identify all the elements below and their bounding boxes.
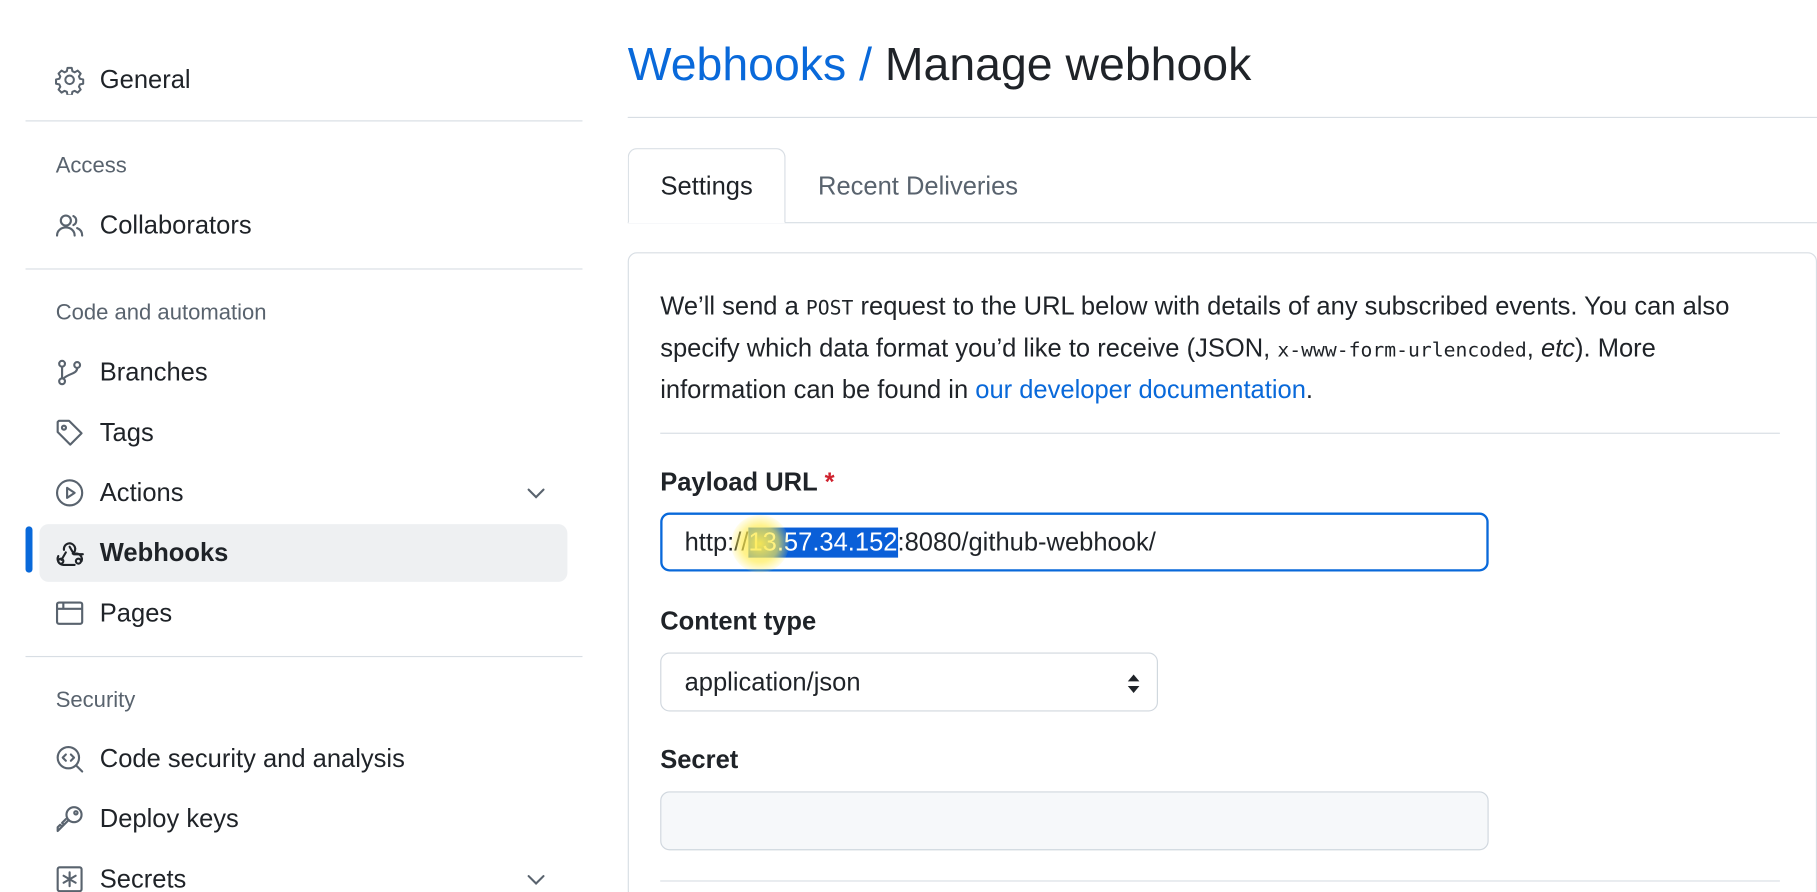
intro-text-part: ,	[1526, 333, 1541, 363]
breadcrumb-current: Manage webhook	[884, 39, 1252, 91]
divider	[660, 432, 1780, 434]
settings-sidebar: General Access Collaborators Code and au…	[25, 0, 583, 892]
sidebar-item-code-security[interactable]: Code security and analysis	[39, 730, 567, 788]
intro-etc: etc	[1540, 333, 1576, 363]
sidebar-item-collaborators[interactable]: Collaborators	[39, 197, 567, 255]
asterisk-icon	[53, 863, 85, 892]
code-post: POST	[805, 297, 854, 321]
sidebar-item-pages[interactable]: Pages	[39, 584, 567, 642]
sidebar-item-label: Secrets	[99, 864, 187, 892]
section-heading-access: Access	[55, 153, 127, 179]
active-indicator	[25, 526, 33, 573]
secret-label: Secret	[660, 745, 739, 774]
intro-text: We’ll send a POST request to the URL bel…	[660, 287, 1774, 410]
divider	[25, 268, 583, 270]
sidebar-item-label: Actions	[99, 477, 184, 507]
sidebar-item-actions[interactable]: Actions	[39, 464, 567, 522]
url-prefix: http://	[684, 526, 749, 556]
secret-input[interactable]	[660, 791, 1489, 851]
sidebar-item-tags[interactable]: Tags	[39, 404, 567, 462]
breadcrumb-webhooks-link[interactable]: Webhooks	[628, 39, 846, 90]
people-icon	[53, 209, 85, 241]
sidebar-item-label: Branches	[99, 357, 208, 387]
sidebar-item-general[interactable]: General	[39, 51, 567, 109]
sidebar-item-label: Tags	[99, 417, 154, 447]
required-mark: *	[824, 467, 835, 497]
divider	[25, 120, 583, 122]
divider	[660, 880, 1780, 882]
url-suffix: :8080/github-webhook/	[897, 526, 1156, 556]
browser-icon	[53, 597, 85, 629]
intro-text-part: We’ll send a	[660, 291, 806, 321]
url-selected-text: 13.57.34.152	[748, 526, 898, 558]
select-arrows-icon	[1127, 674, 1140, 693]
sidebar-item-label: Deploy keys	[99, 804, 239, 833]
gear-icon	[53, 64, 85, 96]
sidebar-item-webhooks[interactable]: Webhooks	[39, 524, 568, 582]
section-heading-security: Security	[55, 688, 136, 713]
chevron-down-icon[interactable]	[523, 480, 549, 505]
tabs-underline	[627, 222, 1817, 224]
payload-url-label-text: Payload URL	[660, 467, 818, 497]
developer-docs-link[interactable]: our developer documentation	[975, 375, 1306, 404]
sidebar-item-secrets[interactable]: Secrets	[39, 850, 567, 892]
sidebar-item-label: Code security and analysis	[99, 743, 405, 773]
webhook-icon	[53, 537, 85, 569]
sidebar-item-deploy-keys[interactable]: Deploy keys	[39, 790, 567, 848]
content-type-value: application/json	[684, 666, 861, 696]
payload-url-label: Payload URL *	[660, 467, 834, 497]
sidebar-item-label: Collaborators	[99, 210, 252, 240]
page-title: Webhooks / Manage webhook	[628, 39, 1252, 91]
section-heading-code-automation: Code and automation	[55, 300, 267, 326]
tab-recent-deliveries[interactable]: Recent Deliveries	[818, 148, 1018, 223]
key-icon	[53, 803, 85, 835]
content-type-label: Content type	[660, 606, 817, 636]
sidebar-item-label: Webhooks	[99, 537, 229, 567]
codescan-icon	[53, 743, 85, 775]
breadcrumb-separator: /	[859, 39, 872, 91]
code-urlencoded: x-www-form-urlencoded	[1277, 338, 1527, 363]
payload-url-input[interactable]: http://13.57.34.152:8080/github-webhook/	[660, 512, 1489, 572]
content-type-select[interactable]: application/json	[660, 652, 1158, 712]
sidebar-item-branches[interactable]: Branches	[39, 344, 567, 402]
sidebar-item-label: General	[99, 64, 191, 94]
sidebar-item-label: Pages	[99, 598, 173, 628]
divider	[627, 116, 1817, 119]
git-branch-icon	[53, 356, 85, 388]
divider	[25, 655, 583, 658]
tag-icon	[53, 416, 85, 448]
chevron-down-icon[interactable]	[523, 867, 549, 892]
intro-text-part: .	[1305, 374, 1314, 404]
tab-settings[interactable]: Settings	[627, 148, 786, 224]
play-icon	[53, 477, 85, 509]
